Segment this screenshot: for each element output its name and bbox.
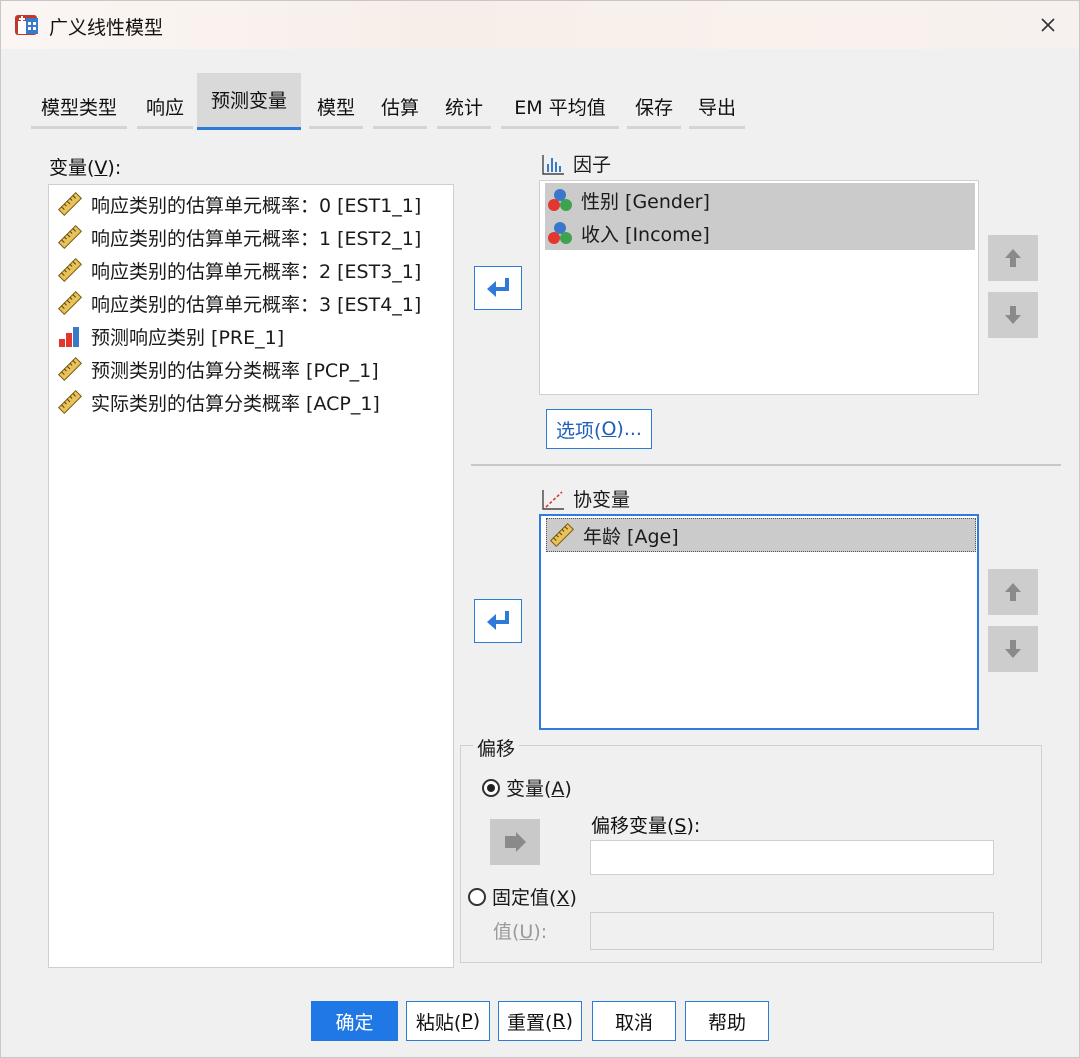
tab-predictors[interactable]: 预测变量 <box>197 73 301 130</box>
covariates-listbox[interactable]: 年龄 [Age] <box>539 514 979 730</box>
list-item-label: 响应类别的估算单元概率：3 [EST4_1] <box>91 293 422 316</box>
value-label: 值(U): <box>493 921 548 943</box>
tab-save[interactable]: 保存 <box>627 85 681 129</box>
list-item-label: 预测类别的估算分类概率 [PCP_1] <box>91 359 379 382</box>
list-item-label: 年龄 [Age] <box>583 525 679 548</box>
fixed-value-field[interactable] <box>590 912 994 950</box>
nominal-icon <box>548 189 572 211</box>
list-item-label: 收入 [Income] <box>581 223 710 246</box>
list-item[interactable]: 响应类别的估算单元概率：2 [EST3_1] <box>57 255 421 285</box>
ruler-icon <box>549 522 575 548</box>
arrow-left-icon <box>487 278 509 297</box>
tab-label: 模型 <box>316 97 355 119</box>
list-item[interactable]: 预测响应类别 [PRE_1] <box>57 321 284 351</box>
list-item[interactable]: 性别 [Gender] <box>545 183 975 217</box>
arrow-right-icon <box>505 832 526 852</box>
list-item-label: 实际类别的估算分类概率 [ACP_1] <box>91 392 380 415</box>
move-to-offset-button[interactable] <box>490 819 540 865</box>
covariates-label: 协变量 <box>573 489 631 511</box>
variables-listbox[interactable]: 响应类别的估算单元概率：0 [EST1_1] 响应类别的估算单元概率：1 [ES… <box>48 184 454 968</box>
move-to-covariates-button[interactable] <box>474 599 522 643</box>
list-item[interactable]: 实际类别的估算分类概率 [ACP_1] <box>57 387 380 417</box>
factors-listbox[interactable]: 性别 [Gender] 收入 [Income] <box>539 180 979 395</box>
factor-icon <box>542 154 564 175</box>
tab-label: 导出 <box>697 97 736 119</box>
list-item-label: 性别 [Gender] <box>581 190 710 213</box>
variables-label: 变量(V): <box>49 157 122 179</box>
title-bar: 广义线性模型 <box>1 1 1079 49</box>
tab-label: 预测变量 <box>210 90 287 112</box>
list-item-label: 响应类别的估算单元概率：0 [EST1_1] <box>91 194 422 217</box>
list-item-label: 响应类别的估算单元概率：1 [EST2_1] <box>91 227 422 250</box>
window-title: 广义线性模型 <box>49 17 164 39</box>
list-item[interactable]: 年龄 [Age] <box>546 518 976 552</box>
list-item-label: 响应类别的估算单元概率：2 [EST3_1] <box>91 260 422 283</box>
covariate-move-up-button[interactable] <box>988 569 1038 615</box>
list-item[interactable]: 响应类别的估算单元概率：0 [EST1_1] <box>57 189 421 219</box>
bar-chart-icon <box>59 327 79 347</box>
tab-label: 统计 <box>444 97 483 119</box>
offset-variable-label: 偏移变量(S): <box>591 815 701 837</box>
ruler-icon <box>57 389 83 415</box>
close-icon <box>1041 18 1055 32</box>
offset-variable-field[interactable] <box>590 840 994 875</box>
app-icon <box>15 15 38 35</box>
ruler-icon <box>57 290 83 316</box>
move-to-factors-button[interactable] <box>474 266 522 310</box>
factor-move-up-button[interactable] <box>988 235 1038 281</box>
arrow-down-icon <box>1005 306 1021 324</box>
tab-label: EM 平均值 <box>514 97 606 119</box>
covariates-header: 协变量 <box>541 485 630 512</box>
radio-selected-icon <box>482 778 500 797</box>
tab-export[interactable]: 导出 <box>689 85 745 129</box>
nominal-icon <box>548 222 572 244</box>
tab-response[interactable]: 响应 <box>137 85 193 129</box>
covariate-move-down-button[interactable] <box>988 626 1038 672</box>
cancel-button[interactable]: 取消 <box>592 1001 676 1041</box>
factors-header: 因子 <box>541 150 611 177</box>
tab-model-type[interactable]: 模型类型 <box>31 85 127 129</box>
list-item[interactable]: 预测类别的估算分类概率 [PCP_1] <box>57 354 379 384</box>
radio-unselected-icon <box>468 887 486 906</box>
list-item[interactable]: 收入 [Income] <box>545 216 975 250</box>
close-button[interactable] <box>1033 10 1063 40</box>
ruler-icon <box>57 191 83 217</box>
factors-label: 因子 <box>573 154 612 176</box>
list-item[interactable]: 响应类别的估算单元概率：3 [EST4_1] <box>57 288 421 318</box>
covariate-icon <box>542 489 564 510</box>
paste-button[interactable]: 粘贴(P) <box>406 1001 490 1041</box>
dialog-window: 广义线性模型 模型类型 响应 预测变量 模型 估算 统计 EM 平均值 保存 导… <box>0 0 1080 1058</box>
arrow-down-icon <box>1005 640 1021 658</box>
options-button[interactable]: 选项(O)... <box>546 409 652 449</box>
ruler-icon <box>57 257 83 283</box>
tab-label: 模型类型 <box>40 97 117 119</box>
tab-estimation[interactable]: 估算 <box>373 85 427 129</box>
tab-label: 估算 <box>380 97 419 119</box>
tab-em-means[interactable]: EM 平均值 <box>501 85 619 129</box>
tab-label: 响应 <box>145 97 184 119</box>
reset-button[interactable]: 重置(R) <box>498 1001 582 1041</box>
list-item[interactable]: 响应类别的估算单元概率：1 [EST2_1] <box>57 222 421 252</box>
list-item-label: 预测响应类别 [PRE_1] <box>91 326 285 349</box>
offset-legend: 偏移 <box>473 734 520 761</box>
divider <box>471 464 1061 466</box>
arrow-left-icon <box>487 611 509 630</box>
tab-label: 保存 <box>634 97 673 119</box>
ruler-icon <box>57 356 83 382</box>
help-button[interactable]: 帮助 <box>685 1001 769 1041</box>
tab-model[interactable]: 模型 <box>309 85 363 129</box>
ruler-icon <box>57 224 83 250</box>
radio-label: 变量(A) <box>506 778 572 800</box>
arrow-up-icon <box>1005 249 1021 267</box>
tab-statistics[interactable]: 统计 <box>437 85 491 129</box>
arrow-up-icon <box>1005 583 1021 601</box>
factor-move-down-button[interactable] <box>988 292 1038 338</box>
offset-variable-radio[interactable]: 变量(A) <box>482 774 572 801</box>
offset-fixed-value-radio[interactable]: 固定值(X) <box>468 883 577 910</box>
radio-label: 固定值(X) <box>492 887 577 909</box>
ok-button[interactable]: 确定 <box>311 1001 398 1041</box>
